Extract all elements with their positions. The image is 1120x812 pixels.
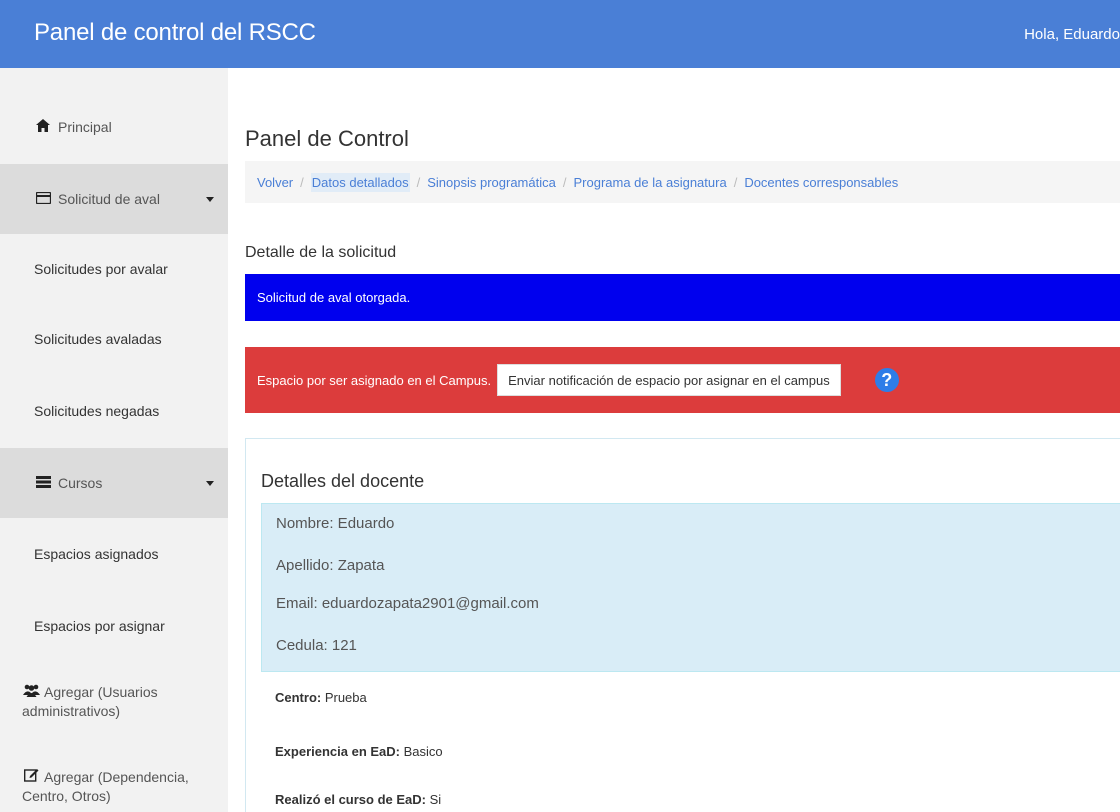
sidebar-item-solicitudes-avaladas[interactable]: Solicitudes avaladas <box>0 304 228 374</box>
detail-centro: Centro: Prueba <box>275 690 367 705</box>
breadcrumb-datos-detallados[interactable]: Datos detallados <box>310 172 410 192</box>
alert-aval-otorgada: Solicitud de aval otorgada. <box>245 274 1120 321</box>
notify-space-button[interactable]: Enviar notificación de espacio por asign… <box>497 364 841 396</box>
chevron-down-icon[interactable] <box>206 481 214 486</box>
detail-value: Si <box>426 792 442 807</box>
sidebar-item-agregar-usuarios[interactable]: Agregar (Usuarios administrativos) <box>0 662 228 742</box>
teacher-name: Nombre: Eduardo <box>276 515 395 532</box>
breadcrumb-separator: / <box>300 174 304 190</box>
sidebar-item-label: Solicitudes negadas <box>34 403 160 419</box>
top-navbar: Panel de control del RSCC Hola, Eduardo <box>0 0 1120 68</box>
teacher-lastname: Apellido: Zapata <box>276 557 385 574</box>
breadcrumb-separator: / <box>416 174 421 190</box>
detail-value: Basico <box>400 744 443 759</box>
detail-value: Prueba <box>321 690 367 705</box>
help-icon[interactable]: ? <box>874 368 899 392</box>
sidebar-item-solicitudes-negadas[interactable]: Solicitudes negadas <box>0 374 228 448</box>
breadcrumb-sinopsis[interactable]: Sinopsis programática <box>427 175 556 190</box>
breadcrumb-separator: / <box>562 174 567 190</box>
users-icon <box>22 683 40 702</box>
sidebar-item-espacios-por-asignar[interactable]: Espacios por asignar <box>0 590 228 662</box>
teacher-details-panel: Detalles del docente Nombre: Eduardo Ape… <box>245 438 1120 812</box>
breadcrumb-docentes[interactable]: Docentes corresponsables <box>744 175 898 190</box>
sidebar-item-label: Agregar (Usuarios <box>44 684 158 700</box>
sidebar-item-label: Solicitudes por avalar <box>34 261 168 277</box>
sidebar-item-cursos[interactable]: Cursos <box>0 448 228 518</box>
list-icon <box>34 475 52 491</box>
sidebar-item-label: Principal <box>58 119 112 135</box>
teacher-email: Email: eduardozapata2901@gmail.com <box>276 595 539 612</box>
detail-label: Experiencia en EaD: <box>275 744 400 759</box>
sidebar-item-label: Agregar (Dependencia, <box>44 769 189 785</box>
breadcrumb: Volver / Datos detallados / Sinopsis pro… <box>245 161 1120 203</box>
user-greeting[interactable]: Hola, Eduardo <box>1024 26 1120 43</box>
panel-title: Detalles del docente <box>261 471 425 491</box>
sidebar-item-label: Solicitudes avaladas <box>34 331 162 347</box>
sidebar-item-espacios-asignados[interactable]: Espacios asignados <box>0 518 228 590</box>
home-icon <box>34 119 52 135</box>
detail-curso-ead: Realizó el curso de EaD: Si <box>275 792 441 807</box>
sidebar-item-label: Cursos <box>58 475 103 491</box>
detail-experiencia: Experiencia en EaD: Basico <box>275 744 443 759</box>
card-icon <box>34 191 52 207</box>
sidebar: Principal Solicitud de aval Solicitudes … <box>0 68 228 812</box>
breadcrumb-separator: / <box>733 174 738 190</box>
teacher-info-box: Nombre: Eduardo Apellido: Zapata Email: … <box>261 503 1120 672</box>
sidebar-item-label: Solicitud de aval <box>58 191 160 207</box>
sidebar-item-label: Espacios asignados <box>34 546 159 562</box>
sidebar-item-label: Espacios por asignar <box>34 618 165 634</box>
sidebar-item-agregar-dependencia[interactable]: Agregar (Dependencia, Centro, Otros) <box>0 742 228 812</box>
breadcrumb-volver[interactable]: Volver <box>257 175 293 190</box>
detail-label: Centro: <box>275 690 322 705</box>
alert-text: Espacio por ser asignado en el Campus. <box>257 372 492 388</box>
chevron-down-icon[interactable] <box>206 197 214 202</box>
alert-text: Solicitud de aval otorgada. <box>257 290 411 305</box>
sidebar-item-label: Centro, Otros) <box>22 788 111 804</box>
sidebar-item-solicitudes-por-avalar[interactable]: Solicitudes por avalar <box>0 234 228 304</box>
section-title: Detalle de la solicitud <box>245 244 397 261</box>
alert-espacio-por-asignar: Espacio por ser asignado en el Campus. E… <box>245 347 1120 413</box>
detail-label: Realizó el curso de EaD: <box>275 792 426 807</box>
page-title: Panel de Control <box>245 126 409 151</box>
breadcrumb-programa[interactable]: Programa de la asignatura <box>573 175 726 190</box>
sidebar-item-solicitud-de-aval[interactable]: Solicitud de aval <box>0 164 228 234</box>
teacher-id: Cedula: 121 <box>276 637 357 654</box>
app-brand[interactable]: Panel de control del RSCC <box>34 19 316 47</box>
sidebar-item-principal[interactable]: Principal <box>0 102 228 152</box>
edit-icon <box>22 768 40 787</box>
sidebar-item-label: administrativos) <box>22 703 121 719</box>
